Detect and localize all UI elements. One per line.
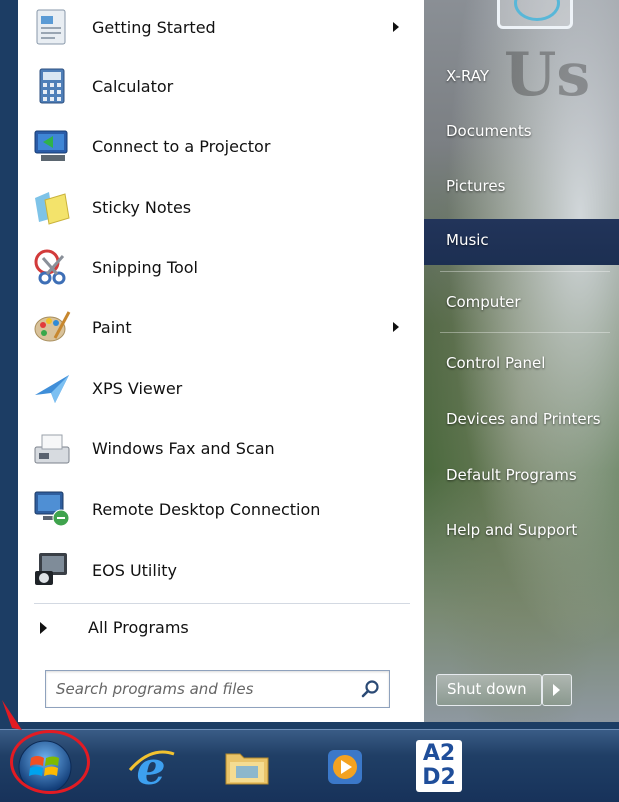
calculator-icon bbox=[39, 68, 65, 104]
separator bbox=[440, 271, 610, 272]
projector-icon bbox=[34, 130, 68, 161]
program-eos-utility[interactable]: EOS Utility bbox=[18, 543, 424, 597]
program-label: Getting Started bbox=[92, 17, 216, 37]
all-programs-label: All Programs bbox=[88, 618, 189, 637]
program-label: Paint bbox=[92, 317, 132, 337]
user-picture[interactable] bbox=[497, 0, 573, 29]
xps-viewer-icon bbox=[35, 375, 69, 403]
program-remote-desktop[interactable]: Remote Desktop Connection bbox=[18, 482, 424, 536]
program-label: Snipping Tool bbox=[92, 257, 198, 277]
program-label: Windows Fax and Scan bbox=[92, 438, 275, 458]
program-label: Remote Desktop Connection bbox=[92, 499, 321, 519]
place-x-ray[interactable]: X-RAY bbox=[424, 55, 619, 101]
taskbar: e A2 D2 bbox=[0, 729, 619, 802]
place-label: Control Panel bbox=[446, 354, 546, 372]
program-connect-projector[interactable]: Connect to a Projector bbox=[18, 119, 424, 173]
shut-down-label: Shut down bbox=[447, 680, 527, 698]
arrow-right-icon bbox=[40, 622, 47, 634]
arrow-annotation-icon bbox=[2, 700, 22, 730]
sticky-notes-icon bbox=[35, 192, 70, 225]
program-label: EOS Utility bbox=[92, 560, 178, 580]
place-label: Devices and Printers bbox=[446, 410, 601, 428]
getting-started-icon bbox=[36, 9, 66, 45]
program-paint[interactable]: Paint bbox=[18, 300, 424, 354]
fax-scan-icon bbox=[34, 434, 70, 464]
program-sticky-notes[interactable]: Sticky Notes bbox=[18, 180, 424, 234]
program-xps-viewer[interactable]: XPS Viewer bbox=[18, 361, 424, 415]
place-label: X-RAY bbox=[446, 67, 490, 85]
snipping-tool-icon bbox=[34, 249, 66, 285]
places-pane: Us X-RAY Documents Pictures Music Comput… bbox=[424, 0, 619, 722]
program-snipping-tool[interactable]: Snipping Tool bbox=[18, 240, 424, 294]
a2d2-text-top: A2 bbox=[422, 741, 456, 766]
program-label: Connect to a Projector bbox=[92, 136, 271, 156]
search-icon[interactable] bbox=[361, 679, 381, 699]
internet-explorer-icon[interactable]: e bbox=[124, 740, 178, 794]
place-label: Music bbox=[446, 231, 489, 249]
place-documents[interactable]: Documents bbox=[424, 110, 619, 156]
place-label: Pictures bbox=[446, 177, 506, 195]
place-label: Help and Support bbox=[446, 521, 578, 539]
program-getting-started[interactable]: Getting Started bbox=[18, 0, 424, 54]
place-label: Default Programs bbox=[446, 466, 577, 484]
media-player-icon[interactable] bbox=[318, 740, 372, 794]
program-calculator[interactable]: Calculator bbox=[18, 59, 424, 113]
folder-icon[interactable] bbox=[220, 740, 274, 794]
search-box[interactable] bbox=[45, 670, 390, 708]
eos-utility-icon bbox=[35, 553, 67, 585]
submenu-arrow-icon[interactable] bbox=[393, 22, 399, 32]
place-label: Computer bbox=[446, 293, 521, 311]
svg-text:e: e bbox=[136, 741, 165, 794]
a2d2-text-bottom: D2 bbox=[422, 765, 456, 790]
separator bbox=[34, 603, 410, 604]
submenu-arrow-icon[interactable] bbox=[393, 322, 399, 332]
shut-down-button[interactable]: Shut down bbox=[436, 674, 542, 706]
search-input[interactable] bbox=[54, 678, 358, 700]
windows-logo-icon[interactable] bbox=[16, 738, 74, 796]
place-computer[interactable]: Computer bbox=[424, 281, 619, 327]
program-windows-fax-scan[interactable]: Windows Fax and Scan bbox=[18, 421, 424, 475]
paint-palette-icon bbox=[34, 311, 71, 342]
program-label: XPS Viewer bbox=[92, 378, 183, 398]
place-help-support[interactable]: Help and Support bbox=[424, 509, 619, 555]
place-pictures[interactable]: Pictures bbox=[424, 165, 619, 211]
program-label: Sticky Notes bbox=[92, 197, 192, 217]
a2d2-icon[interactable]: A2 D2 bbox=[416, 740, 462, 792]
place-control-panel[interactable]: Control Panel bbox=[424, 342, 619, 388]
program-label: Calculator bbox=[92, 76, 174, 96]
place-label: Documents bbox=[446, 122, 532, 140]
start-menu: Getting Started Calculator Connect to a … bbox=[0, 0, 619, 730]
remote-desktop-icon bbox=[34, 491, 70, 527]
all-programs-button[interactable]: All Programs bbox=[18, 610, 424, 646]
place-default-programs[interactable]: Default Programs bbox=[424, 454, 619, 500]
separator bbox=[440, 332, 610, 333]
place-music[interactable]: Music bbox=[424, 219, 619, 265]
shut-down-options-button[interactable] bbox=[542, 674, 572, 706]
programs-pane: Getting Started Calculator Connect to a … bbox=[18, 0, 425, 722]
place-devices-printers[interactable]: Devices and Printers bbox=[424, 398, 619, 444]
